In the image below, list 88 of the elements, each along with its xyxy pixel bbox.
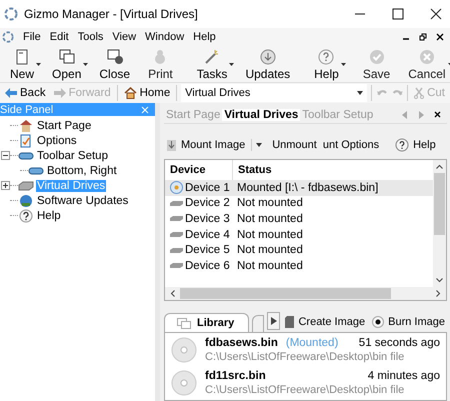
help-icon	[395, 138, 410, 152]
restore-icon[interactable]	[419, 33, 427, 41]
close-icon[interactable]	[434, 111, 441, 118]
dropdown-icon	[357, 91, 364, 95]
table-cell: Device 2	[185, 197, 230, 210]
file-time: 4 minutes ago	[368, 370, 440, 382]
disc-icon	[171, 337, 197, 363]
app-icon	[4, 7, 18, 21]
dropdown-icon[interactable]	[256, 143, 262, 147]
options-button[interactable]: unt Options	[320, 139, 382, 151]
menu-item[interactable]: Edit	[50, 31, 69, 43]
table-cell: Device 5	[185, 244, 230, 256]
file-name: fd11src.bin	[205, 370, 266, 382]
file-time: 51 seconds ago	[358, 337, 440, 349]
close-icon[interactable]	[436, 33, 444, 41]
file-path: C:\Users\ListOfFreeware\Desktop\bin file	[205, 351, 406, 363]
column-header[interactable]: Status	[233, 164, 272, 176]
create-button[interactable]: Create Image	[283, 312, 368, 332]
menu-item[interactable]: Help	[193, 31, 216, 43]
table-cell-text: Not mounted	[236, 244, 303, 256]
caret-icon	[229, 63, 234, 66]
tree-item[interactable]: Options	[36, 134, 78, 146]
tree-item[interactable]: Software Updates	[36, 194, 130, 206]
menu-item[interactable]: Tools	[78, 31, 104, 43]
collapse-icon[interactable]	[1, 151, 10, 160]
expand-icon[interactable]	[1, 181, 10, 190]
device-row[interactable]: Device 6 Not mounted	[165, 258, 433, 274]
tree-item[interactable]: Toolbar Setup	[36, 150, 109, 162]
file-name: fdbasews.bin	[205, 337, 278, 349]
scissors-icon	[414, 87, 424, 99]
play-icon	[270, 317, 277, 325]
radio-icon	[372, 316, 384, 328]
table-cell-text: Mounted [I:\ - fdbasews.bin]	[236, 182, 378, 194]
file-item[interactable]: fd11src.bin 4 minutes ago C:\Users\ListOfFreeware\Desktop\bin file	[171, 370, 440, 396]
file-path: C:\Users\ListOfFreeware\Desktop\bin file	[205, 384, 406, 396]
toolbar-button[interactable]: Open	[44, 46, 90, 82]
panel-title: Side Panel	[0, 104, 54, 116]
tree-item[interactable]: Bottom, Right	[46, 164, 118, 176]
table-cell-text: Not mounted	[236, 197, 303, 210]
device-row[interactable]: Device 2 Not mounted	[165, 196, 433, 212]
caret-icon	[83, 63, 88, 66]
file-status: (Mounted)	[286, 337, 338, 349]
toolbar-button[interactable]: New	[2, 46, 42, 82]
maximize-icon[interactable]	[392, 8, 404, 20]
address-field[interactable]: Virtual Drives	[181, 84, 368, 102]
table-cell: Device 1	[185, 182, 230, 194]
left-arrow-icon	[5, 88, 17, 98]
menu-item[interactable]: Window	[145, 31, 184, 43]
vertical-scrollbar[interactable]	[433, 160, 446, 287]
right-arrow-icon	[54, 88, 66, 98]
table-cell-text: Not mounted	[236, 228, 303, 241]
caret-icon	[340, 63, 346, 66]
toolbar-button[interactable]: Updates	[237, 46, 298, 82]
next-button[interactable]	[267, 312, 280, 330]
table-cell: Device 6	[185, 260, 230, 272]
table-cell-text: Not mounted	[236, 212, 303, 225]
back-button[interactable]: Back	[3, 87, 48, 99]
burn-button[interactable]: Burn Image	[370, 312, 447, 332]
app-icon	[2, 31, 14, 43]
tab[interactable]: Library	[164, 313, 250, 332]
device-row[interactable]: Device 3 Not mounted	[165, 211, 433, 227]
mount-button[interactable]: Mount Image	[164, 138, 248, 152]
close-icon[interactable]	[430, 8, 442, 20]
tree-item[interactable]: Start Page	[36, 120, 92, 132]
menu-item[interactable]: File	[23, 31, 41, 43]
table-cell: Device 4	[185, 228, 230, 241]
unmount-button[interactable]: Unmount	[270, 139, 319, 151]
windows-icon	[177, 318, 191, 328]
device-row[interactable]: Device 5 Not mounted	[165, 242, 433, 258]
help-button[interactable]: Help	[393, 138, 438, 152]
device-row[interactable]: Device 1 Mounted [I:\ - fdbasews.bin]	[165, 180, 433, 196]
horizontal-scrollbar[interactable]	[165, 287, 446, 300]
table-cell: Device 3	[185, 212, 230, 225]
window-title: Gizmo Manager - [Virtual Drives]	[24, 7, 198, 21]
tree-item[interactable]: Help	[36, 210, 62, 222]
tab[interactable]: Virtual Drives	[222, 108, 300, 120]
device-row[interactable]: Device 4 Not mounted	[165, 226, 433, 242]
home-button[interactable]: Home	[122, 87, 172, 99]
disc-icon	[171, 370, 197, 396]
menu-item[interactable]: View	[112, 31, 136, 43]
toolbar-button[interactable]: Help	[306, 46, 347, 82]
caret-icon	[36, 63, 42, 66]
toolbar-button[interactable]: Close	[91, 46, 138, 82]
file-item[interactable]: fdbasews.bin (Mounted) 51 seconds ago C:\Users\ListOfFreeware\Desktop\bin file	[171, 337, 440, 363]
house-icon	[18, 118, 34, 132]
toolbar-button[interactable]: Tasks	[188, 46, 236, 82]
home-icon	[124, 87, 137, 99]
table-cell-text: Not mounted	[236, 260, 303, 272]
